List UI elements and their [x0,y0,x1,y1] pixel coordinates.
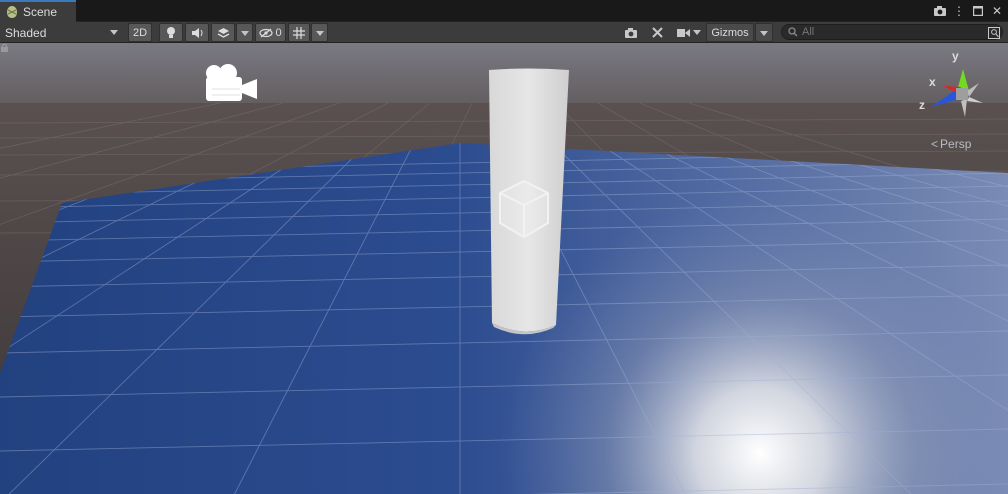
chevron-down-icon [316,31,324,36]
effects-dropdown-button[interactable] [236,23,253,42]
projection-toggle[interactable]: < Persp [931,137,971,151]
video-camera-icon [677,28,690,37]
scene-window: Scene ⋮ ✕ Shaded 2D 0 Gizmos All y x z <… [0,0,1008,494]
audio-toggle-button[interactable] [185,23,209,42]
grid-dropdown-button[interactable] [311,23,328,42]
grid-icon [293,26,305,39]
scene-toolbar: Shaded 2D 0 Gizmos All [0,22,1008,43]
camera-icon [625,27,637,38]
draw-mode-value: Shaded [5,25,47,40]
search-icon [788,27,798,37]
chevron-down-icon [110,30,118,35]
search-options-button[interactable] [985,23,1003,42]
tools-button[interactable] [646,23,668,42]
more-options-icon[interactable]: ⋮ [952,3,966,19]
scene-render[interactable]: y x z [0,43,1008,494]
lighting-toggle-button[interactable] [159,23,183,42]
scene-icon [7,6,17,18]
draw-mode-dropdown[interactable]: Shaded [2,23,122,42]
search-input[interactable] [802,26,972,38]
axis-x-label: x [929,75,936,89]
projection-label: Persp [940,137,972,151]
maximize-icon[interactable] [971,3,985,19]
screenshot-icon[interactable] [933,3,947,19]
tab-scene-label: Scene [23,5,58,19]
scene-viewport[interactable]: y x z < Persp [0,43,1008,494]
chevron-down-icon [760,31,768,36]
close-icon[interactable]: ✕ [990,3,1004,19]
lightbulb-icon [167,27,175,38]
camera-settings-button[interactable] [620,23,642,42]
toggle-2d-button[interactable]: 2D [128,23,152,42]
layers-icon [217,27,229,38]
tab-bar: Scene ⋮ ✕ [0,0,1008,22]
hidden-objects-toggle[interactable]: 0 [255,23,286,42]
scene-search[interactable] [781,24,1003,40]
tools-icon [651,27,663,38]
render-mode-dropdown[interactable] [673,23,705,42]
axis-y-label: y [952,49,959,63]
speaker-icon [191,27,202,38]
gizmos-button[interactable]: Gizmos [706,23,754,42]
gizmos-dropdown-button[interactable] [755,23,773,42]
axis-z-label: z [919,98,925,112]
chevron-left-icon: < [931,137,939,151]
chevron-down-icon [693,30,701,35]
effects-toggle-button[interactable] [211,23,235,42]
lock-icon[interactable] [0,43,9,52]
toggle-2d-label: 2D [132,26,148,39]
tab-scene[interactable]: Scene [0,0,76,22]
hidden-count: 0 [275,26,282,39]
eye-hidden-icon [259,28,274,37]
grid-toggle-button[interactable] [288,23,310,42]
search-options-icon [988,26,1000,39]
gizmos-label: Gizmos [711,26,749,39]
chevron-down-icon [241,31,249,36]
